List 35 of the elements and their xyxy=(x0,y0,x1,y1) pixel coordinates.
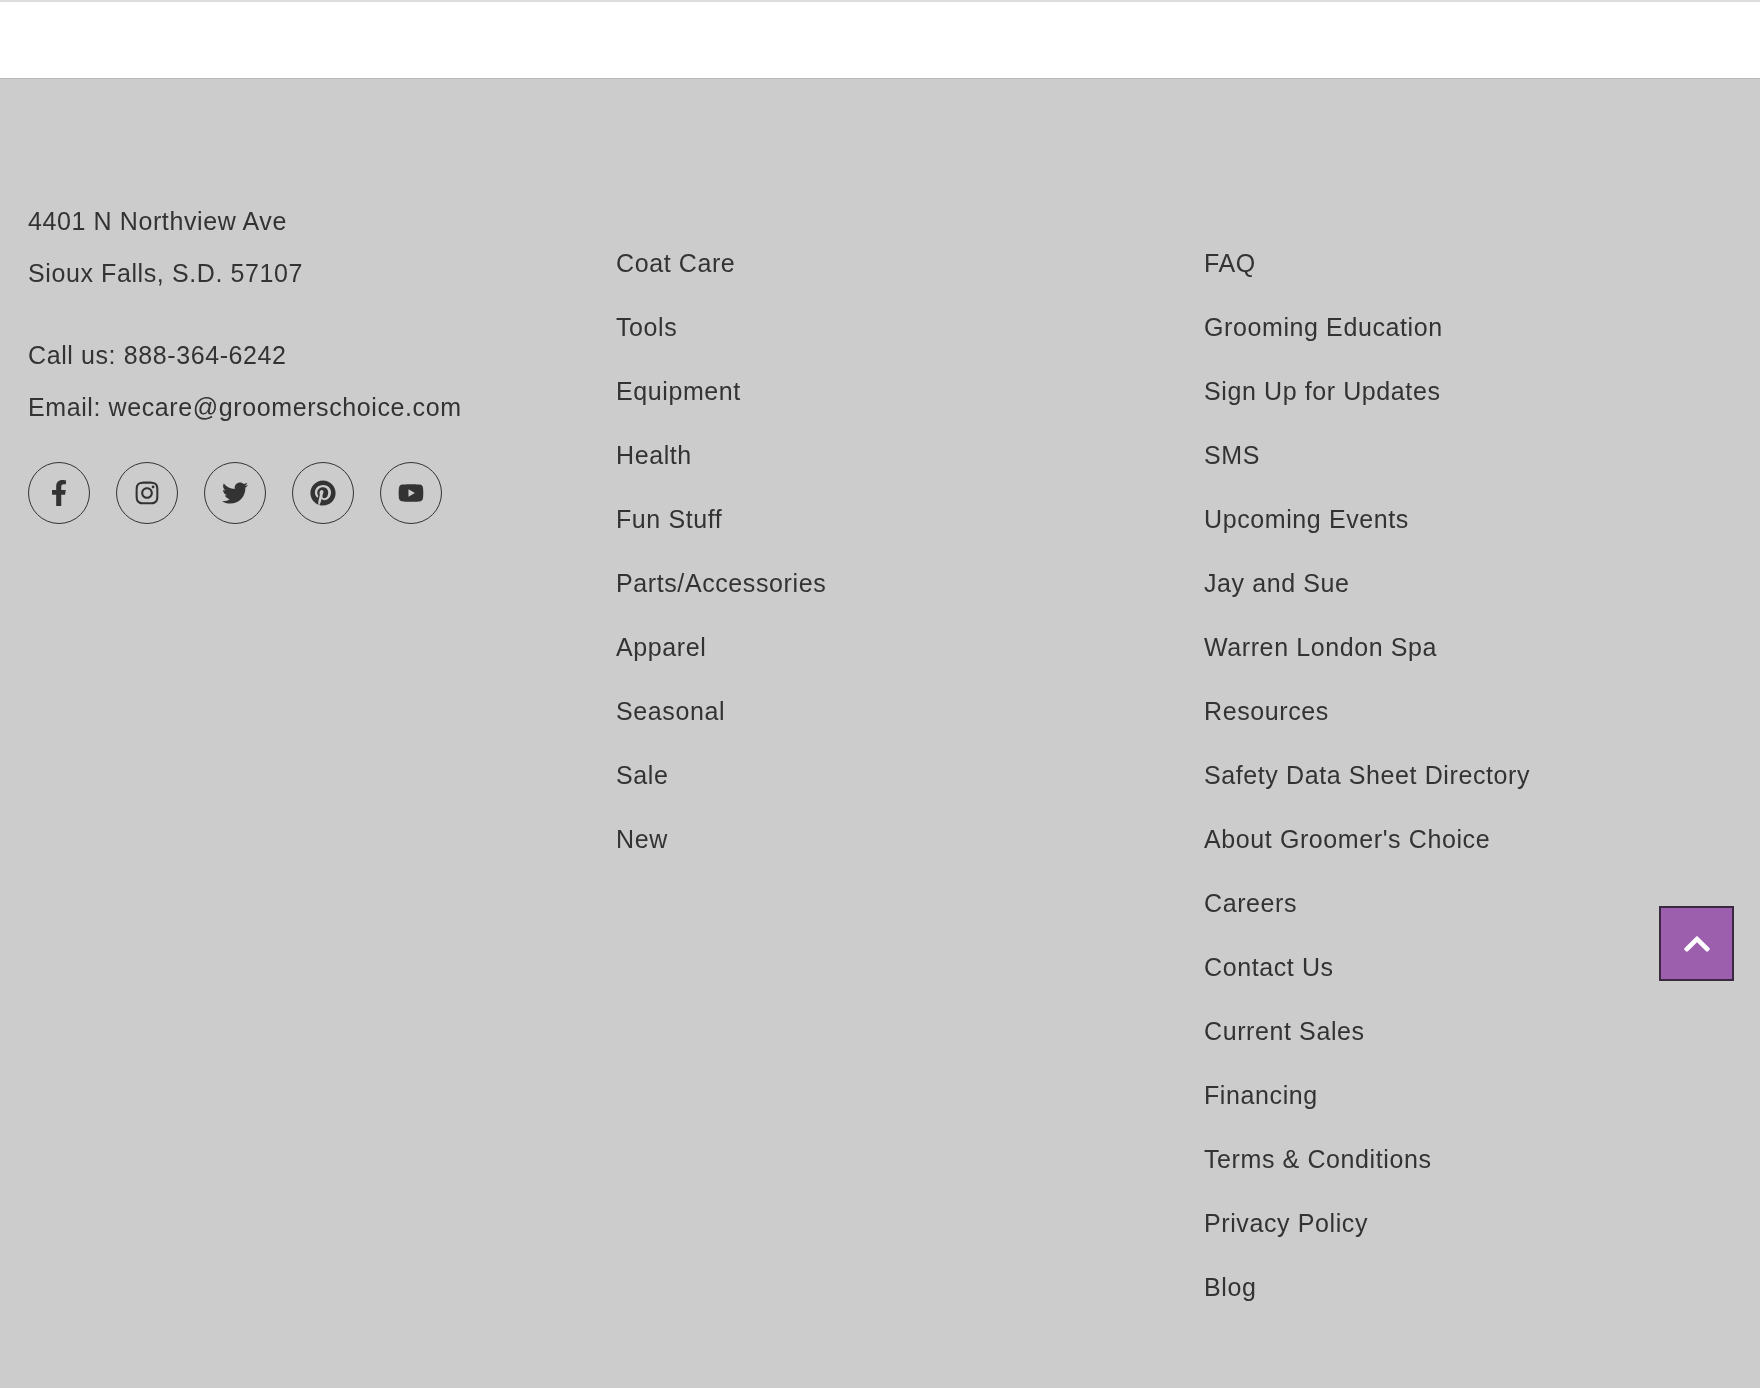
footer-link[interactable]: Tools xyxy=(616,295,678,359)
footer-link[interactable]: Health xyxy=(616,423,692,487)
footer-link[interactable]: Seasonal xyxy=(616,679,726,743)
footer-link[interactable]: Grooming Education xyxy=(1204,295,1443,359)
footer-link[interactable]: Terms & Conditions xyxy=(1204,1127,1432,1191)
footer-link[interactable]: Current Sales xyxy=(1204,999,1365,1063)
footer-link[interactable]: Apparel xyxy=(616,615,707,679)
footer-link[interactable]: Contact Us xyxy=(1204,935,1334,999)
footer-link[interactable]: Careers xyxy=(1204,871,1298,935)
footer-link[interactable]: Privacy Policy xyxy=(1204,1191,1368,1255)
footer-link[interactable]: Blog xyxy=(1204,1255,1257,1319)
footer-link[interactable]: FAQ xyxy=(1204,231,1256,295)
address-text: Sioux Falls, S.D. 57107 xyxy=(28,258,305,289)
footer-link[interactable]: New xyxy=(616,807,668,871)
footer-link[interactable]: Financing xyxy=(1204,1063,1318,1127)
footer-link[interactable]: Fun Stuff xyxy=(616,487,723,551)
contact-text: Call us: 888-364-6242 xyxy=(28,340,288,371)
footer-link[interactable]: Equipment xyxy=(616,359,741,423)
twitter-icon xyxy=(222,480,248,506)
contact-text: Email: wecare@groomerschoice.com xyxy=(28,392,463,423)
footer-link[interactable]: Resources xyxy=(1204,679,1329,743)
footer-link[interactable]: Warren London Spa xyxy=(1204,615,1438,679)
footer-link[interactable]: Upcoming Events xyxy=(1204,487,1409,551)
footer-link[interactable]: Coat Care xyxy=(616,231,736,295)
instagram-icon xyxy=(134,480,160,506)
footer-link[interactable]: SMS xyxy=(1204,423,1260,487)
footer-link[interactable]: Jay and Sue xyxy=(1204,551,1350,615)
footer-link[interactable]: About Groomer's Choice xyxy=(1204,807,1491,871)
address-text: 4401 N Northview Ave xyxy=(28,206,288,237)
footer-link[interactable]: Sale xyxy=(616,743,669,807)
footer-link[interactable]: Safety Data Sheet Directory xyxy=(1204,743,1531,807)
footer-link[interactable]: Parts/Accessories xyxy=(616,551,827,615)
footer-link[interactable]: Sign Up for Updates xyxy=(1204,359,1441,423)
pinterest-icon xyxy=(310,480,336,506)
back-to-top-button[interactable] xyxy=(1659,906,1734,981)
